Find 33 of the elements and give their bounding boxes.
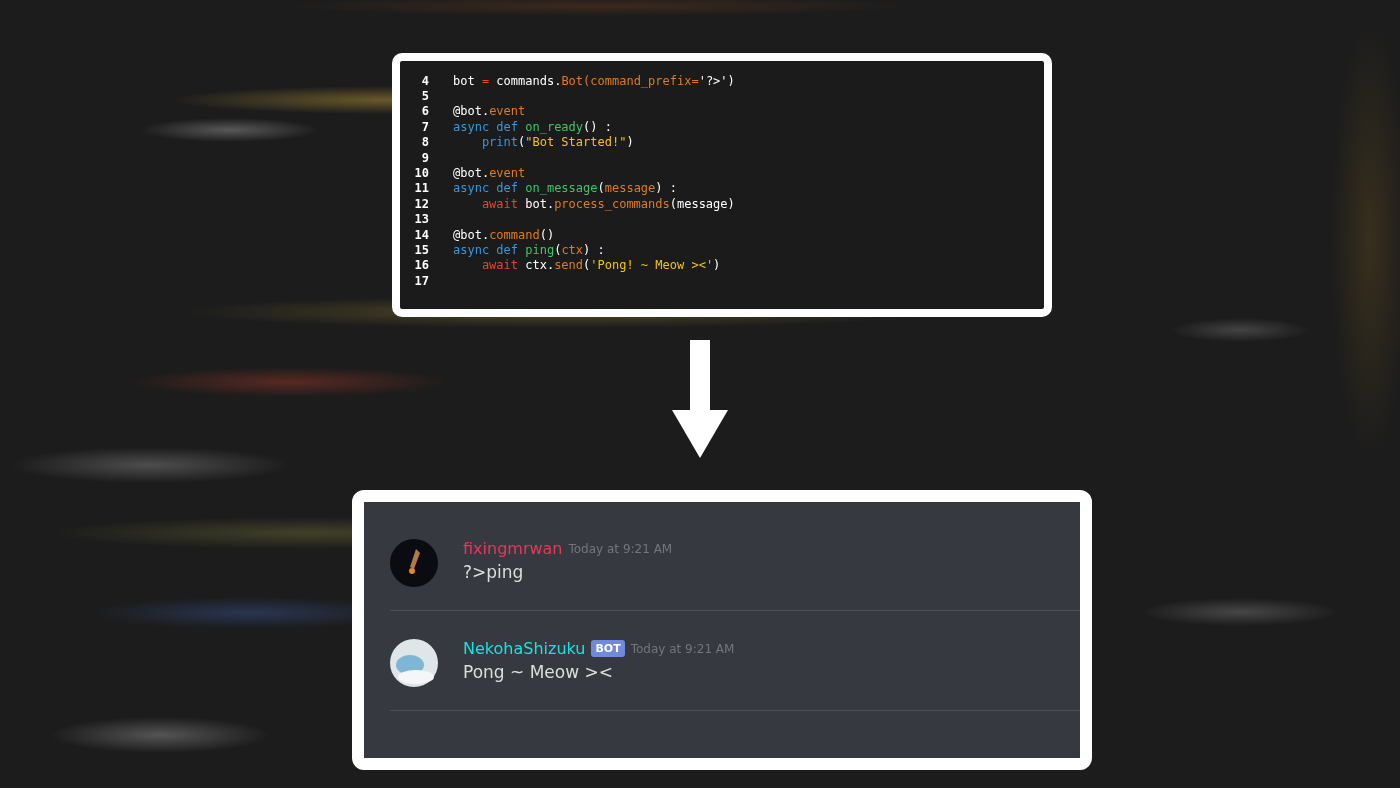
- bot-tag: BOT: [591, 640, 625, 657]
- line-number: 5: [420, 89, 429, 104]
- code-line: async def on_ready() :: [453, 119, 612, 134]
- line-number: 7: [420, 119, 429, 134]
- line-number: 11: [413, 181, 429, 196]
- code-line: await ctx.send('Pong! ~ Meow ><'): [480, 258, 721, 273]
- code-line: print("Bot Started!"): [480, 135, 634, 150]
- message-text: Pong ~ Meow ><: [463, 662, 614, 682]
- line-number: 13: [413, 212, 429, 227]
- line-number: 14: [413, 227, 429, 242]
- code-line: @bot.event: [453, 104, 526, 119]
- code-line: bot = commands.Bot(command_prefix='?>'): [453, 73, 735, 88]
- message-text: ?>ping: [463, 562, 525, 582]
- code-line: async def ping(ctx) :: [453, 243, 605, 257]
- line-number: 9: [420, 150, 429, 165]
- code-line: @bot.event: [453, 166, 526, 181]
- code-line: @bot.command(): [453, 227, 555, 242]
- line-number: 17: [413, 273, 429, 288]
- timestamp: Today at 9:21 AM: [630, 641, 735, 656]
- line-number: 15: [413, 243, 429, 257]
- username[interactable]: NekohaShizuku: [463, 639, 586, 658]
- line-number: 16: [413, 258, 429, 273]
- code-line: await bot.process_commands(message): [480, 196, 735, 211]
- line-number: 8: [420, 135, 429, 150]
- avatar[interactable]: [390, 639, 438, 687]
- line-number: 12: [413, 196, 429, 211]
- line-number: 6: [420, 104, 429, 119]
- code-line: async def on_message(message) :: [453, 181, 677, 196]
- avatar[interactable]: [390, 539, 438, 587]
- line-number: 10: [413, 166, 429, 181]
- timestamp: Today at 9:21 AM: [568, 541, 673, 556]
- down-arrow-icon: [672, 340, 728, 458]
- line-number: 4: [420, 73, 429, 88]
